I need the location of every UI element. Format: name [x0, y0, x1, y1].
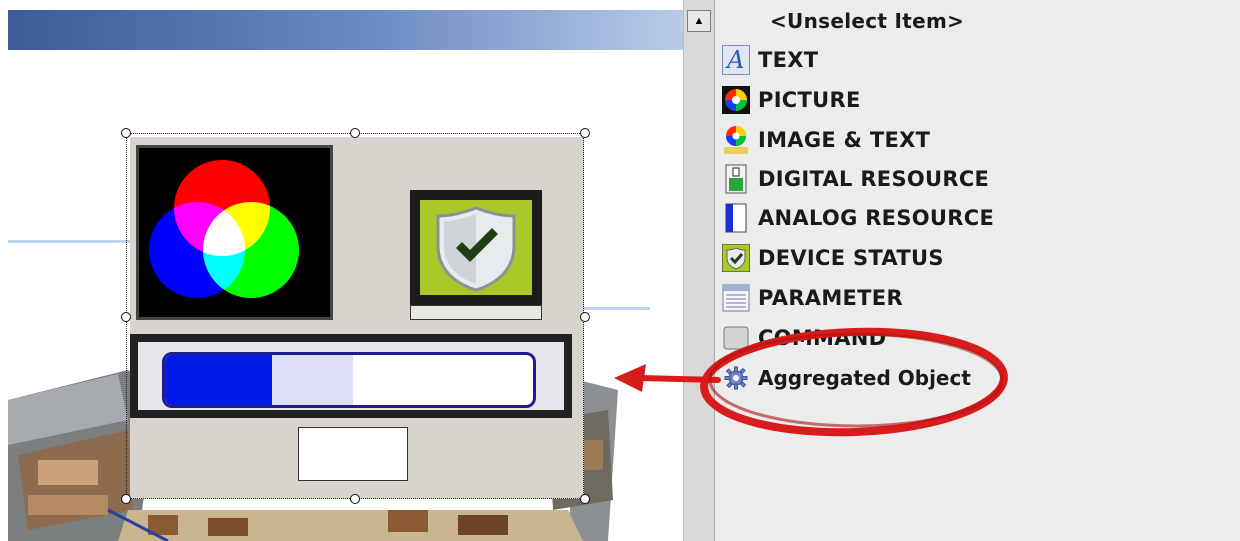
palette-item-unselect[interactable]: <Unselect Item> — [770, 4, 964, 38]
digital-resource-icon — [722, 164, 750, 194]
design-canvas[interactable] — [0, 0, 683, 541]
analog-bar-element[interactable] — [130, 334, 572, 418]
arrow-up-icon: ▲ — [693, 15, 705, 27]
device-status-element[interactable] — [410, 190, 542, 305]
resize-handle-w[interactable] — [121, 312, 131, 322]
parameter-table-icon — [722, 283, 750, 313]
palette-item-device-status[interactable]: DEVICE STATUS — [722, 240, 944, 276]
progress-bar — [162, 352, 536, 408]
header-banner — [8, 10, 683, 50]
color-picture-icon — [722, 85, 750, 115]
resize-handle-e[interactable] — [580, 312, 590, 322]
palette-scrollbar[interactable] — [683, 0, 715, 541]
palette-item-parameter[interactable]: PARAMETER — [722, 280, 903, 316]
palette-item-text[interactable]: A TEXT — [722, 42, 818, 78]
resize-handle-sw[interactable] — [121, 494, 131, 504]
progress-bar-fill — [165, 355, 272, 405]
guide-line — [8, 240, 133, 243]
device-status-icon — [722, 243, 750, 273]
palette-item-analog-resource[interactable]: ANALOG RESOURCE — [722, 200, 994, 236]
palette-item-image-text[interactable]: IMAGE & TEXT — [722, 122, 930, 158]
shield-check-icon — [436, 206, 516, 292]
highlight-ellipse — [700, 327, 1008, 437]
rgb-circles-image — [139, 148, 330, 317]
resize-handle-s[interactable] — [350, 494, 360, 504]
status-caption-box — [410, 305, 542, 320]
resize-handle-n[interactable] — [350, 128, 360, 138]
progress-bar-ghost — [271, 355, 353, 405]
palette-item-picture[interactable]: PICTURE — [722, 82, 861, 118]
value-display-box[interactable] — [298, 427, 408, 481]
text-a-icon: A — [722, 45, 750, 75]
resize-handle-ne[interactable] — [580, 128, 590, 138]
rgb-picture-element[interactable] — [136, 145, 333, 320]
image-text-icon — [722, 125, 750, 155]
palette-item-digital-resource[interactable]: DIGITAL RESOURCE — [722, 161, 989, 197]
scroll-up-button[interactable]: ▲ — [687, 10, 711, 32]
analog-resource-icon — [722, 203, 750, 233]
resize-handle-nw[interactable] — [121, 128, 131, 138]
resize-handle-se[interactable] — [580, 494, 590, 504]
